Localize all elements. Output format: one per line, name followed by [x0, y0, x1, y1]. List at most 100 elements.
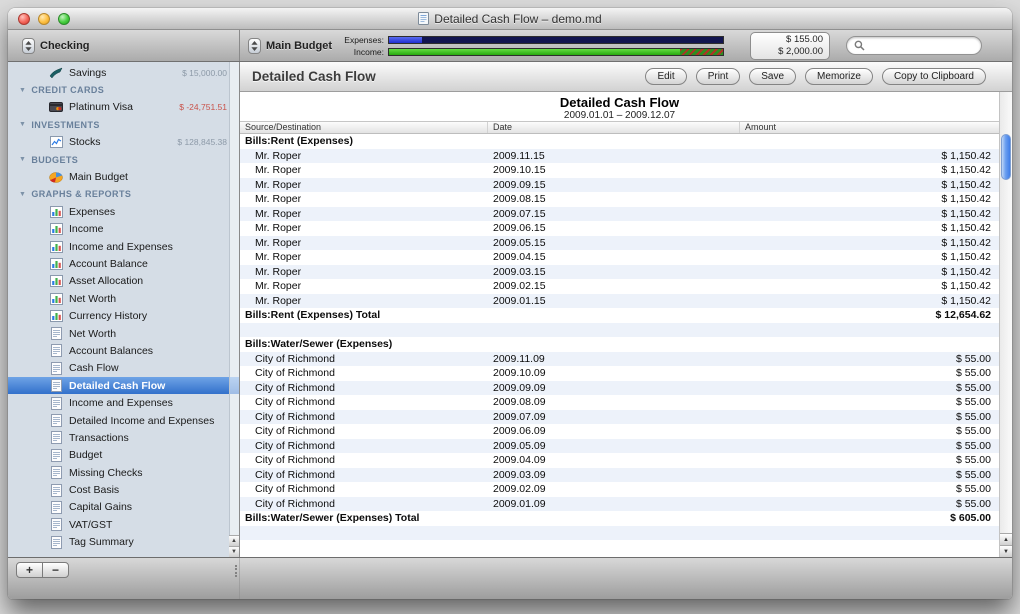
cell-source: Mr. Roper: [255, 294, 302, 307]
table-row[interactable]: Mr. Roper 2009.02.15 $ 1,150.42: [240, 279, 999, 294]
sidebar-item-label: Account Balances: [69, 344, 154, 357]
sidebar-item-account-balances[interactable]: Account Balances: [8, 342, 239, 359]
column-header-date[interactable]: Date: [488, 122, 740, 133]
window-title: Detailed Cash Flow – demo.md: [418, 12, 602, 26]
divider-grip[interactable]: [235, 565, 237, 577]
table-row[interactable]: City of Richmond 2009.08.09 $ 55.00: [240, 395, 999, 410]
print-button[interactable]: Print: [695, 68, 741, 85]
scroll-down-icon[interactable]: ▼: [229, 546, 239, 557]
cell-date: 2009.11.09: [493, 352, 545, 365]
cell-amount: $ 1,150.42: [941, 149, 991, 162]
table-row[interactable]: City of Richmond 2009.02.09 $ 55.00: [240, 482, 999, 497]
table-row[interactable]: Mr. Roper 2009.10.15 $ 1,150.42: [240, 163, 999, 178]
minimize-button[interactable]: [38, 13, 50, 25]
cell-amount: $ 55.00: [955, 410, 991, 423]
table-row[interactable]: Mr. Roper 2009.11.15 $ 1,150.42: [240, 148, 999, 163]
sidebar-item-main-budget[interactable]: Main Budget: [8, 168, 239, 185]
memorize-button[interactable]: Memorize: [805, 68, 873, 85]
save-button[interactable]: Save: [749, 68, 797, 85]
table-row[interactable]: City of Richmond 2009.07.09 $ 55.00: [240, 409, 999, 424]
sidebar-item-asset-allocation[interactable]: Asset Allocation: [8, 273, 239, 290]
table-row[interactable]: City of Richmond 2009.04.09 $ 55.00: [240, 453, 999, 468]
scrollbar-thumb[interactable]: [1001, 134, 1011, 180]
sidebar-item-cash-flow[interactable]: Cash Flow: [8, 360, 239, 377]
search-input[interactable]: [869, 39, 974, 52]
cell-amount: $ 55.00: [955, 439, 991, 452]
sidebar-item-label: Savings: [69, 66, 107, 79]
disclosure-triangle-icon[interactable]: ▼: [19, 191, 26, 198]
sidebar-item-tag-summary[interactable]: Tag Summary: [8, 534, 239, 551]
content-scrollbar[interactable]: ▲ ▼: [999, 92, 1012, 557]
document-icon: [418, 12, 430, 25]
budget-selector[interactable]: Main Budget: [248, 37, 336, 54]
sidebar-section-credit-cards[interactable]: ▼ CREDIT CARDS: [8, 81, 239, 98]
sidebar-section-budgets[interactable]: ▼ BUDGETS: [8, 151, 239, 168]
group-row: Bills:Rent (Expenses): [240, 134, 999, 149]
sidebar-item-cost-basis[interactable]: Cost Basis: [8, 481, 239, 498]
sidebar-item-detailed-cash-flow[interactable]: Detailed Cash Flow: [8, 377, 239, 395]
search-field[interactable]: [846, 36, 982, 55]
disclosure-triangle-icon[interactable]: ▼: [19, 121, 26, 128]
sidebar-item-missing-checks[interactable]: Missing Checks: [8, 464, 239, 481]
scroll-up-icon[interactable]: ▲: [229, 535, 239, 546]
titlebar[interactable]: Detailed Cash Flow – demo.md: [8, 8, 1012, 30]
cell-date: 2009.06.15: [493, 222, 546, 235]
remove-button[interactable]: −: [42, 562, 69, 578]
sidebar-item-currency-history[interactable]: Currency History: [8, 307, 239, 324]
column-header-source[interactable]: Source/Destination: [240, 122, 488, 133]
chart-icon: [48, 310, 64, 323]
sidebar-item-transactions[interactable]: Transactions: [8, 429, 239, 446]
table-row[interactable]: City of Richmond 2009.09.09 $ 55.00: [240, 380, 999, 395]
copy-to-clipboard-button[interactable]: Copy to Clipboard: [881, 68, 986, 85]
table-row[interactable]: Mr. Roper 2009.08.15 $ 1,150.42: [240, 192, 999, 207]
sidebar-item-vat-gst[interactable]: VAT/GST: [8, 516, 239, 533]
disclosure-triangle-icon[interactable]: ▼: [19, 156, 26, 163]
sidebar-item-stocks[interactable]: Stocks $ 128,845.38: [8, 134, 239, 151]
disclosure-triangle-icon[interactable]: ▼: [19, 87, 26, 94]
sidebar-item-platinum-visa[interactable]: Platinum Visa $ -24,751.51: [8, 99, 239, 116]
sidebar-item-income-and-expenses[interactable]: Income and Expenses: [8, 394, 239, 411]
sidebar-item-account-balance[interactable]: Account Balance: [8, 255, 239, 272]
stepper-icon[interactable]: [22, 37, 35, 54]
table-row[interactable]: Mr. Roper 2009.03.15 $ 1,150.42: [240, 264, 999, 279]
table-row[interactable]: Mr. Roper 2009.06.15 $ 1,150.42: [240, 221, 999, 236]
expenses-bar-fill: [389, 36, 423, 43]
sidebar-item-expenses[interactable]: Expenses: [8, 203, 239, 220]
table-row[interactable]: Mr. Roper 2009.07.15 $ 1,150.42: [240, 206, 999, 221]
sidebar-item-capital-gains[interactable]: Capital Gains: [8, 499, 239, 516]
zoom-button[interactable]: [58, 13, 70, 25]
table-header: Source/Destination Date Amount: [240, 121, 999, 134]
account-selector[interactable]: Checking: [22, 37, 90, 54]
table-row[interactable]: Mr. Roper 2009.09.15 $ 1,150.42: [240, 177, 999, 192]
stepper-icon[interactable]: [248, 37, 261, 54]
sidebar-item-label: Currency History: [69, 310, 148, 323]
sidebar-item-label: Income and Expenses: [69, 397, 173, 410]
table-row[interactable]: City of Richmond 2009.01.09 $ 55.00: [240, 496, 999, 511]
table-row[interactable]: Mr. Roper 2009.04.15 $ 1,150.42: [240, 250, 999, 265]
close-button[interactable]: [18, 13, 30, 25]
table-row[interactable]: City of Richmond 2009.06.09 $ 55.00: [240, 424, 999, 439]
cell-amount: $ 55.00: [955, 352, 991, 365]
add-button[interactable]: +: [16, 562, 43, 578]
sidebar-item-net-worth[interactable]: Net Worth: [8, 290, 239, 307]
scroll-down-button[interactable]: ▼: [1000, 545, 1012, 557]
cell-date: 2009.11.15: [493, 149, 545, 162]
table-row[interactable]: Mr. Roper 2009.01.15 $ 1,150.42: [240, 293, 999, 308]
column-header-amount[interactable]: Amount: [740, 122, 999, 133]
edit-button[interactable]: Edit: [645, 68, 687, 85]
sidebar-item-detailed-income-and-expenses[interactable]: Detailed Income and Expenses: [8, 412, 239, 429]
scroll-up-button[interactable]: ▲: [1000, 533, 1012, 545]
sidebar-item-net-worth[interactable]: Net Worth: [8, 325, 239, 342]
sidebar-item-income[interactable]: Income: [8, 221, 239, 238]
table-row[interactable]: City of Richmond 2009.11.09 $ 55.00: [240, 351, 999, 366]
sidebar-section-investments[interactable]: ▼ INVESTMENTS: [8, 116, 239, 133]
sidebar-scrollbar[interactable]: ▲ ▼: [229, 62, 239, 557]
table-row[interactable]: City of Richmond 2009.03.09 $ 55.00: [240, 467, 999, 482]
table-row[interactable]: Mr. Roper 2009.05.15 $ 1,150.42: [240, 235, 999, 250]
sidebar-item-income-and-expenses[interactable]: Income and Expenses: [8, 238, 239, 255]
sidebar-item-savings[interactable]: Savings $ 15,000.00: [8, 64, 239, 81]
table-row[interactable]: City of Richmond 2009.10.09 $ 55.00: [240, 366, 999, 381]
table-row[interactable]: City of Richmond 2009.05.09 $ 55.00: [240, 438, 999, 453]
sidebar-section-graphs-reports[interactable]: ▼ GRAPHS & REPORTS: [8, 186, 239, 203]
sidebar-item-budget[interactable]: Budget: [8, 447, 239, 464]
